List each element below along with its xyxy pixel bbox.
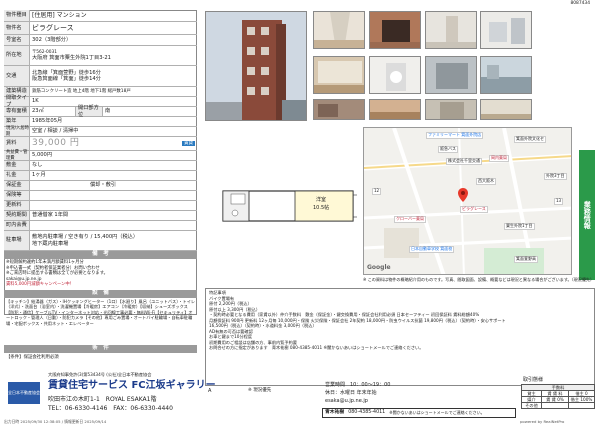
features-header: 設 備 [4, 290, 197, 298]
map-label: 外院3丁目 [544, 173, 567, 180]
map-label: 13 [554, 198, 564, 205]
row-insurance: 保険等 [4, 191, 197, 201]
map-label: クローバー薬局 [394, 216, 426, 223]
row-rent: 賃料 39,000 円 賃貸 [4, 137, 197, 151]
conditions: 【条件】保証会社利用必須 [6, 355, 59, 360]
row-key: 礼金 1ヶ月 [4, 171, 197, 181]
floor-room-size: 10.5帖 [313, 205, 330, 211]
map-label: 粟生外院1丁目 [504, 223, 535, 230]
row-address: 所在地 〒562-0031 大阪府 箕面市粟生外院1丁目3-21 [4, 46, 197, 66]
row-name: 物件名 ビラグレース [4, 22, 197, 35]
building-photo [205, 11, 307, 121]
interior-photo-10 [369, 99, 421, 120]
hours-label: 営業時間 [325, 382, 346, 388]
map: ファミリーマート 箕面外院店 阪急バス 箕面外院文化セ 株式会社千里交通 岡内薬… [363, 127, 572, 275]
map-label: 岡内薬局 [489, 155, 509, 162]
doc-id: 8087434 [570, 1, 590, 6]
row-parking: 駐車場 敷地内駐車場 / 空き有り / 15,400円（税込） 地下蔵内駐車場 [4, 231, 197, 251]
terms-table: 手数料 貸主 賃 賃 料 借主 0 媒介 賃 賃 0% 借主 100% その他 [521, 384, 595, 410]
hours: 10：00～19：00 [350, 382, 391, 388]
row-deposit: 敷金 なし [4, 161, 197, 171]
company-address: 吹田市江の木町1-1 ROYAL ESAKA1階 [48, 396, 157, 403]
row-contract: 契約期間 普通借家 1年間 [4, 211, 197, 221]
print-right: powered by RealNetPro [520, 419, 565, 424]
interior-photo-8 [480, 56, 532, 94]
map-label: 株式会社千里交通 [446, 158, 482, 165]
floor-plan-drawing [205, 127, 358, 275]
contact-tel: 080-4385-4011 [348, 410, 386, 416]
interior-photo-5 [313, 56, 365, 94]
remark-campaign: 賃料5,000円減額キャンペーン中！ [6, 282, 74, 288]
row-community: 町内会費 [4, 221, 197, 231]
map-label-property: ピラグレース [460, 206, 488, 213]
interior-photo-7 [425, 56, 477, 94]
rent-badge: 賃貸 [182, 140, 195, 147]
map-note: ※ この資料は物件の概略紹介用のものです。写真、間取図面、設備、概要などは現況と… [363, 277, 595, 282]
company-name: 賃貸住宅サービス FC江坂ギャラリー [48, 380, 216, 391]
footer: 大阪府知事免許(3)第53434号 (公社)全日本不動産協会 全日本不動産協会 … [0, 372, 600, 425]
row-renewal: 更新料 [4, 201, 197, 211]
floor-room-label: 洋室 [316, 197, 327, 203]
email[interactable]: esaka@u.jp.ne.jp [325, 398, 368, 404]
guarantee-extra: 償却・敷引 [90, 182, 116, 189]
map-label: 箕面外院文化セ [514, 136, 546, 143]
row-fee: 共益費・管理費 5,000円 [4, 150, 197, 161]
map-label: 西大阪木 [476, 178, 496, 185]
map-pin-icon[interactable] [458, 188, 468, 202]
remarks: ※短期解約違約1年未満月額賃料1ヶ月分 ※申込書一式（契約者保証業者分）お問い合… [6, 260, 196, 288]
row-guarantee: 保証金 償却・敷引 [4, 181, 197, 191]
side-label: 業務情報 [579, 150, 595, 280]
extra-line: お問合せの方に指定があります 青木祐樹 080-4385-4011 ※聞かないあ… [209, 345, 424, 351]
google-logo: Google [367, 263, 391, 271]
interior-photo-3 [425, 11, 477, 49]
row-type: 物件種目 [住居用] マンション [4, 10, 197, 22]
company-tel: TEL：06-6330-4146 FAX：06-6330-4440 [48, 405, 173, 412]
terms-row: その他 [522, 403, 594, 409]
interior-photo-6 [369, 56, 421, 94]
rent-value: 39,000 円 [32, 138, 80, 149]
interior-photo-12 [480, 99, 532, 120]
row-room: 号室名 302（3階部分） [4, 35, 197, 46]
map-label: 阪急バス [438, 146, 458, 153]
address-value: 大阪府 箕面市粟生外院1丁目3-21 [32, 54, 111, 61]
map-label: 日本自動車学校 箕面校 [409, 246, 455, 253]
contact-note: ※聞かないあいはショートメールでご連絡ください。 [389, 409, 485, 415]
row-traffic: 交通 北急線「箕面萱野」徒歩16分 阪急箕面線「箕面」徒歩14分 [4, 66, 197, 87]
building-illustration [206, 12, 306, 120]
features: 【キッチン】給湯器（ガス）・IHクッキングヒーター（1口）【水廻り】風呂（ユニッ… [6, 299, 196, 326]
holiday: 休日：水曜日 年末年始 [325, 390, 377, 396]
parking-value2: 地下蔵内駐車場 [32, 240, 69, 247]
footer-license: 大阪府知事免許(3)第53434号 (公社)全日本不動産協会 [48, 372, 152, 377]
interior-photo-1 [313, 11, 365, 49]
row-structure: 建築構造 鉄筋コンクリート造 地上4階 地下1階 総戸数18戸 [4, 87, 197, 97]
row-area: 専有面積 23㎡ 開口部方位 南 [4, 105, 197, 118]
map-label: ファミリーマート 箕面外院店 [426, 132, 484, 139]
print-line: 出力日時 2025/09/30 12:38:05 / 情報更新日 2025/09… [4, 419, 107, 424]
map-label: 箕面萱野高 [514, 256, 538, 263]
terms-title: 取引態様 [523, 377, 544, 383]
map-drawing [364, 128, 571, 274]
row-built: 築年 1985年05月 [4, 117, 197, 127]
map-label: 12 [372, 188, 382, 195]
interior-photo-11 [425, 99, 477, 120]
remarks-header: 備 考 [4, 251, 197, 259]
conditions-header: 条 件 [4, 345, 197, 353]
company-logo: 全日本不動産協会 [8, 382, 40, 404]
floor-plan: 洋室 10.5帖 [205, 127, 358, 275]
interior-photo-9 [313, 99, 365, 120]
interior-photo-4 [480, 11, 532, 49]
interior-photo-2 [369, 11, 421, 49]
contact-name: 青木祐樹 [325, 410, 345, 416]
contact-box: 青木祐樹 080-4385-4011 ※聞かないあいはショートメールでご連絡くだ… [322, 408, 516, 418]
traffic-line2: 阪急箕面線「箕面」徒歩14分 [32, 76, 101, 82]
row-status: 現況/入居時期 空室 / 相談 / 清掃中 [4, 126, 197, 137]
